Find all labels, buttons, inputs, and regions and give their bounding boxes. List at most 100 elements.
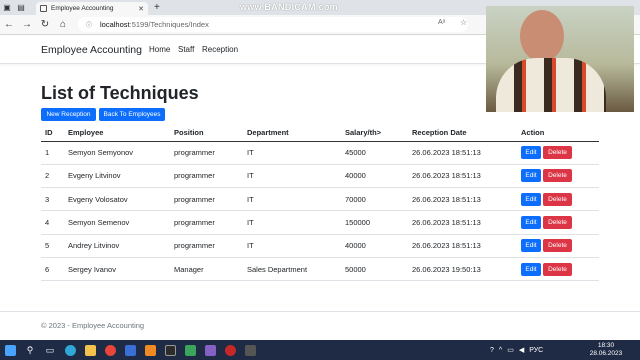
nav-home[interactable]: Home <box>149 45 170 54</box>
tab-title: Employee Accounting <box>51 5 114 12</box>
volume-icon[interactable]: ◀ <box>519 346 524 354</box>
cell-id: 4 <box>41 210 64 235</box>
delete-button[interactable]: Delete <box>543 146 572 160</box>
cell-reception-date: 26.06.2023 18:51:13 <box>408 164 517 189</box>
url-host: localhost <box>100 20 130 29</box>
cell-salary: 70000 <box>341 187 408 212</box>
clock[interactable]: 18:30 28.06.2023 <box>586 342 626 358</box>
forward-icon[interactable]: → <box>18 15 36 35</box>
delete-button[interactable]: Delete <box>543 169 572 183</box>
cell-salary: 150000 <box>341 210 408 235</box>
techniques-table: ID Employee Position Department Salary/t… <box>41 124 599 282</box>
webcam-overlay <box>486 6 634 112</box>
nav-staff[interactable]: Staff <box>178 45 194 54</box>
network-icon[interactable]: ▭ <box>507 346 514 354</box>
cell-id: 2 <box>41 164 64 189</box>
task-view-icon[interactable]: ▭ <box>40 340 60 360</box>
cell-reception-date: 26.06.2023 18:51:13 <box>408 141 517 165</box>
help-icon[interactable]: ? <box>490 347 494 354</box>
table-header-row: ID Employee Position Department Salary/t… <box>41 124 599 142</box>
cell-position: programmer <box>170 187 243 212</box>
delete-button[interactable]: Delete <box>543 192 572 206</box>
cell-actions: Edit Delete <box>517 257 599 282</box>
col-header-salary: Salary/th> <box>341 124 408 142</box>
delete-button[interactable]: Delete <box>543 216 572 230</box>
cell-actions: Edit Delete <box>517 234 599 258</box>
col-header-id: ID <box>41 124 64 142</box>
edit-button[interactable]: Edit <box>521 262 541 276</box>
app-dark-icon[interactable] <box>240 340 260 360</box>
cell-department: IT <box>243 187 341 212</box>
tray-overflow-icon[interactable]: ^ <box>499 347 502 354</box>
explorer-icon[interactable] <box>80 340 100 360</box>
page-title: List of Techniques <box>41 83 199 103</box>
search-icon[interactable]: ⚲ <box>20 340 40 360</box>
browser-tab[interactable]: Employee Accounting ✕ <box>36 2 148 15</box>
cell-id: 1 <box>41 141 64 165</box>
back-to-employees-button[interactable]: Back To Employees <box>99 108 165 121</box>
star-icon[interactable]: ☆ <box>460 18 467 27</box>
col-header-reception-date: Reception Date <box>408 124 517 142</box>
cell-actions: Edit Delete <box>517 210 599 235</box>
cell-reception-date: 26.06.2023 18:51:13 <box>408 234 517 258</box>
cell-actions: Edit Delete <box>517 141 599 165</box>
cell-employee: Evgeny Litvinov <box>64 164 170 189</box>
delete-button[interactable]: Delete <box>543 239 572 253</box>
cell-id: 6 <box>41 257 64 282</box>
cell-salary: 45000 <box>341 141 408 165</box>
clock-date: 28.06.2023 <box>589 350 623 357</box>
terminal-icon[interactable] <box>160 340 180 360</box>
tab-actions-icon[interactable]: ▤ <box>14 0 28 15</box>
table-row: 5 Andrey Litvinov programmer IT 40000 26… <box>41 234 599 258</box>
edit-button[interactable]: Edit <box>521 169 541 183</box>
url-path: :5199/Techniques/Index <box>129 20 209 29</box>
cell-department: IT <box>243 234 341 258</box>
cell-employee: Evgeny Volosatov <box>64 187 170 212</box>
webcam-person-head <box>520 10 564 62</box>
language-indicator[interactable]: РУС <box>529 347 543 354</box>
cell-reception-date: 26.06.2023 19:50:13 <box>408 257 517 282</box>
cell-position: programmer <box>170 210 243 235</box>
green-app-icon[interactable] <box>180 340 200 360</box>
new-reception-button[interactable]: New Reception <box>41 108 96 121</box>
edge-icon[interactable] <box>60 340 80 360</box>
cell-position: Manager <box>170 257 243 282</box>
lock-icon[interactable]: ⓘ <box>86 20 94 29</box>
record-icon[interactable] <box>220 340 240 360</box>
cell-id: 3 <box>41 187 64 212</box>
cell-actions: Edit Delete <box>517 164 599 189</box>
home-icon[interactable]: ⌂ <box>54 15 72 35</box>
col-header-position: Position <box>170 124 243 142</box>
reader-view-icon[interactable]: Aᵃ <box>438 19 445 26</box>
edit-button[interactable]: Edit <box>521 192 541 206</box>
brand-link[interactable]: Employee Accounting <box>41 44 142 56</box>
col-header-employee: Employee <box>64 124 170 142</box>
cell-employee: Semyon Semyonov <box>64 141 170 165</box>
new-tab-icon[interactable]: + <box>154 2 160 13</box>
page-favicon-icon <box>40 5 47 12</box>
refresh-icon[interactable]: ↻ <box>36 15 54 35</box>
url-input[interactable]: ⓘ localhost:5199/Techniques/Index <box>78 17 468 32</box>
nav-reception[interactable]: Reception <box>202 45 238 54</box>
vlc-icon[interactable] <box>140 340 160 360</box>
edit-button[interactable]: Edit <box>521 146 541 160</box>
delete-button[interactable]: Delete <box>543 262 572 276</box>
footer-divider <box>0 311 640 312</box>
edit-button[interactable]: Edit <box>521 216 541 230</box>
back-icon[interactable]: ← <box>0 15 18 35</box>
system-tray: ? ^ ▭ ◀ РУС <box>490 340 543 360</box>
col-header-department: Department <box>243 124 341 142</box>
footer-text: © 2023 - Employee Accounting <box>41 321 145 330</box>
cell-department: IT <box>243 141 341 165</box>
cell-position: programmer <box>170 164 243 189</box>
windows-icon[interactable] <box>0 340 20 360</box>
chrome-icon[interactable] <box>100 340 120 360</box>
close-tab-icon[interactable]: ✕ <box>138 5 144 13</box>
table-row: 6 Sergey Ivanov Manager Sales Department… <box>41 257 599 282</box>
app-64-icon[interactable] <box>120 340 140 360</box>
workspaces-icon[interactable]: ▣ <box>0 0 14 15</box>
visual-studio-icon[interactable] <box>200 340 220 360</box>
table-row: 1 Semyon Semyonov programmer IT 45000 26… <box>41 141 599 165</box>
edit-button[interactable]: Edit <box>521 239 541 253</box>
cell-employee: Sergey Ivanov <box>64 257 170 282</box>
